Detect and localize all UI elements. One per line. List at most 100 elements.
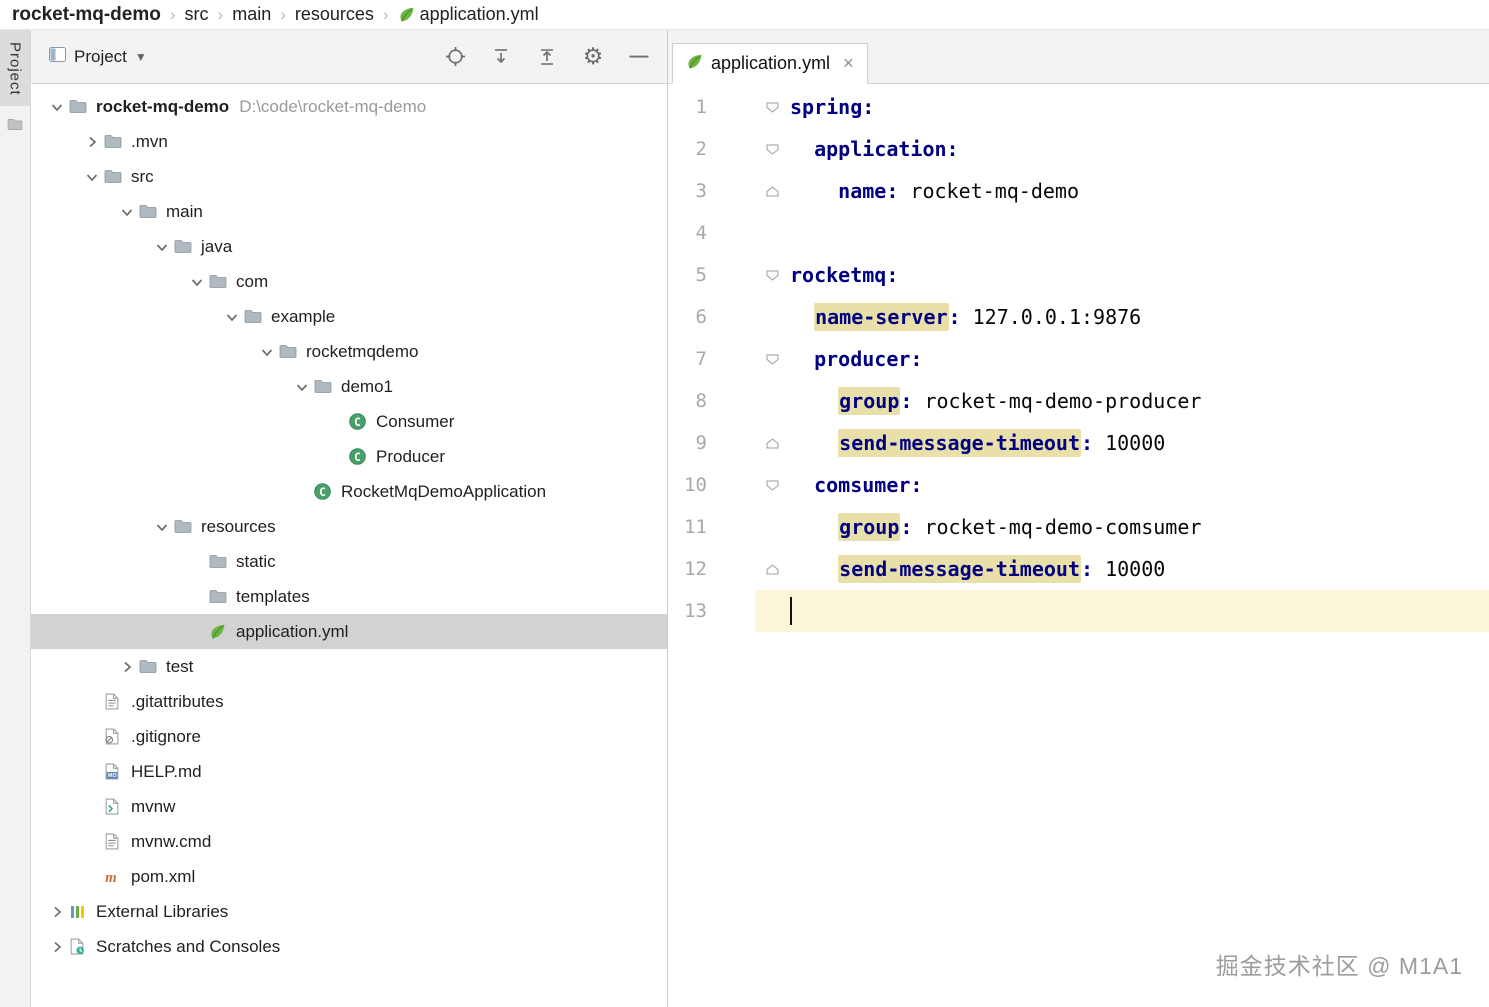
tree-item-label: application.yml [236,622,348,642]
code-text: spring: [790,95,874,119]
editor-code-area[interactable]: 1spring:2 application:3 name: rocket-mq-… [668,84,1489,1007]
tree-item-src[interactable]: src [31,159,667,194]
line-number: 7 [668,348,707,370]
chevron-down-icon[interactable] [185,273,209,290]
code-line-5[interactable]: 5rocketmq: [668,254,1489,296]
svg-text:C: C [354,416,361,429]
folder-icon[interactable] [7,118,23,136]
line-number: 4 [668,222,707,244]
code-line-7[interactable]: 7 producer: [668,338,1489,380]
tree-item-label: templates [236,587,310,607]
code-line-9[interactable]: 9 send-message-timeout: 10000 [668,422,1489,464]
tree-item-pom-xml[interactable]: mpom.xml [31,859,667,894]
hide-panel-icon[interactable]: — [627,45,651,69]
tab-application-yml[interactable]: application.yml × [672,43,868,84]
tree-item-consumer[interactable]: CConsumer [31,404,667,439]
tree-item-test[interactable]: test [31,649,667,684]
tree-item-gitignore[interactable]: .gitignore [31,719,667,754]
libraries-icon [69,904,94,920]
breadcrumb-item-resources[interactable]: resources [295,4,374,25]
code-line-8[interactable]: 8 group: rocket-mq-demo-producer [668,380,1489,422]
code-text: group: rocket-mq-demo-comsumer [790,513,1201,541]
fold-end-icon[interactable] [755,438,790,449]
tree-item-rocketmqdemo[interactable]: rocketmqdemo [31,334,667,369]
tree-item-application-yml[interactable]: application.yml [31,614,667,649]
breadcrumb-item-main[interactable]: main [232,4,271,25]
tree-item-example[interactable]: example [31,299,667,334]
tree-item-help-md[interactable]: MDHELP.md [31,754,667,789]
chevron-down-icon[interactable] [80,168,104,185]
tree-item-label: mvnw [131,797,175,817]
tree-item-rocket-mq-demo[interactable]: rocket-mq-demoD:\code\rocket-mq-demo [31,89,667,124]
code-text: send-message-timeout: 10000 [790,555,1165,583]
code-line-4[interactable]: 4 [668,212,1489,254]
breadcrumb-item-src[interactable]: src [185,4,209,25]
tree-item-demo1[interactable]: demo1 [31,369,667,404]
fold-end-icon[interactable] [755,564,790,575]
chevron-down-icon[interactable] [45,98,69,115]
chevron-right-icon[interactable] [115,658,139,675]
tree-item-templates[interactable]: templates [31,579,667,614]
settings-gear-icon[interactable]: ⚙ [581,45,605,69]
fold-start-icon[interactable] [755,102,790,113]
class-icon: C [349,413,374,430]
tree-item-producer[interactable]: CProducer [31,439,667,474]
fold-start-icon[interactable] [755,354,790,365]
tree-item-resources[interactable]: resources [31,509,667,544]
fold-start-icon[interactable] [755,480,790,491]
tree-item-gitattributes[interactable]: .gitattributes [31,684,667,719]
folder-icon [244,309,269,324]
code-line-2[interactable]: 2 application: [668,128,1489,170]
fold-start-icon[interactable] [755,270,790,281]
folder-icon [139,659,164,674]
tree-item-mvnw-cmd[interactable]: mvnw.cmd [31,824,667,859]
code-line-13[interactable]: 13 [668,590,1489,632]
chevron-right-icon[interactable] [45,938,69,955]
locate-icon[interactable] [443,45,467,69]
chevron-right-icon[interactable] [80,133,104,150]
tree-item-rocketmqdemoapplication[interactable]: CRocketMqDemoApplication [31,474,667,509]
tree-item-scratches-and-consoles[interactable]: Scratches and Consoles [31,929,667,964]
expand-all-icon[interactable] [489,45,513,69]
project-tool-window-button[interactable]: Project [0,30,30,106]
chevron-spacer [80,868,104,885]
close-icon[interactable]: × [843,53,854,74]
tree-item-mvnw[interactable]: mvnw [31,789,667,824]
fold-start-icon[interactable] [755,144,790,155]
tree-item-label: com [236,272,268,292]
chevron-right-icon[interactable] [45,903,69,920]
chevron-down-icon[interactable] [255,343,279,360]
collapse-all-icon[interactable] [535,45,559,69]
file-ignore-icon [104,728,129,745]
panel-toolbar: ⚙— [443,45,651,69]
code-line-10[interactable]: 10 comsumer: [668,464,1489,506]
scratches-icon [69,938,94,955]
project-strip-label: Project [7,42,24,96]
breadcrumb-item-application-yml[interactable]: application.yml [398,4,539,25]
fold-end-icon[interactable] [755,186,790,197]
tree-item-com[interactable]: com [31,264,667,299]
chevron-down-icon[interactable] [290,378,314,395]
project-panel-title[interactable]: Project [74,47,127,67]
code-line-1[interactable]: 1spring: [668,86,1489,128]
code-line-11[interactable]: 11 group: rocket-mq-demo-comsumer [668,506,1489,548]
tree-item-external-libraries[interactable]: External Libraries [31,894,667,929]
tree-item-java[interactable]: java [31,229,667,264]
tree-item-mvn[interactable]: .mvn [31,124,667,159]
tree-item-main[interactable]: main [31,194,667,229]
folder-icon [174,239,199,254]
code-line-3[interactable]: 3 name: rocket-mq-demo [668,170,1489,212]
chevron-down-icon[interactable]: ▼ [135,50,147,64]
project-panel-header: Project ▼ ⚙— [31,30,667,84]
line-number: 5 [668,264,707,286]
chevron-down-icon[interactable] [150,238,174,255]
breadcrumb-item-rocket-mq-demo[interactable]: rocket-mq-demo [12,4,161,26]
code-line-12[interactable]: 12 send-message-timeout: 10000 [668,548,1489,590]
breadcrumb-label: main [232,4,271,25]
code-text: send-message-timeout: 10000 [790,429,1165,457]
chevron-down-icon[interactable] [150,518,174,535]
chevron-down-icon[interactable] [220,308,244,325]
chevron-down-icon[interactable] [115,203,139,220]
tree-item-static[interactable]: static [31,544,667,579]
code-line-6[interactable]: 6 name-server: 127.0.0.1:9876 [668,296,1489,338]
